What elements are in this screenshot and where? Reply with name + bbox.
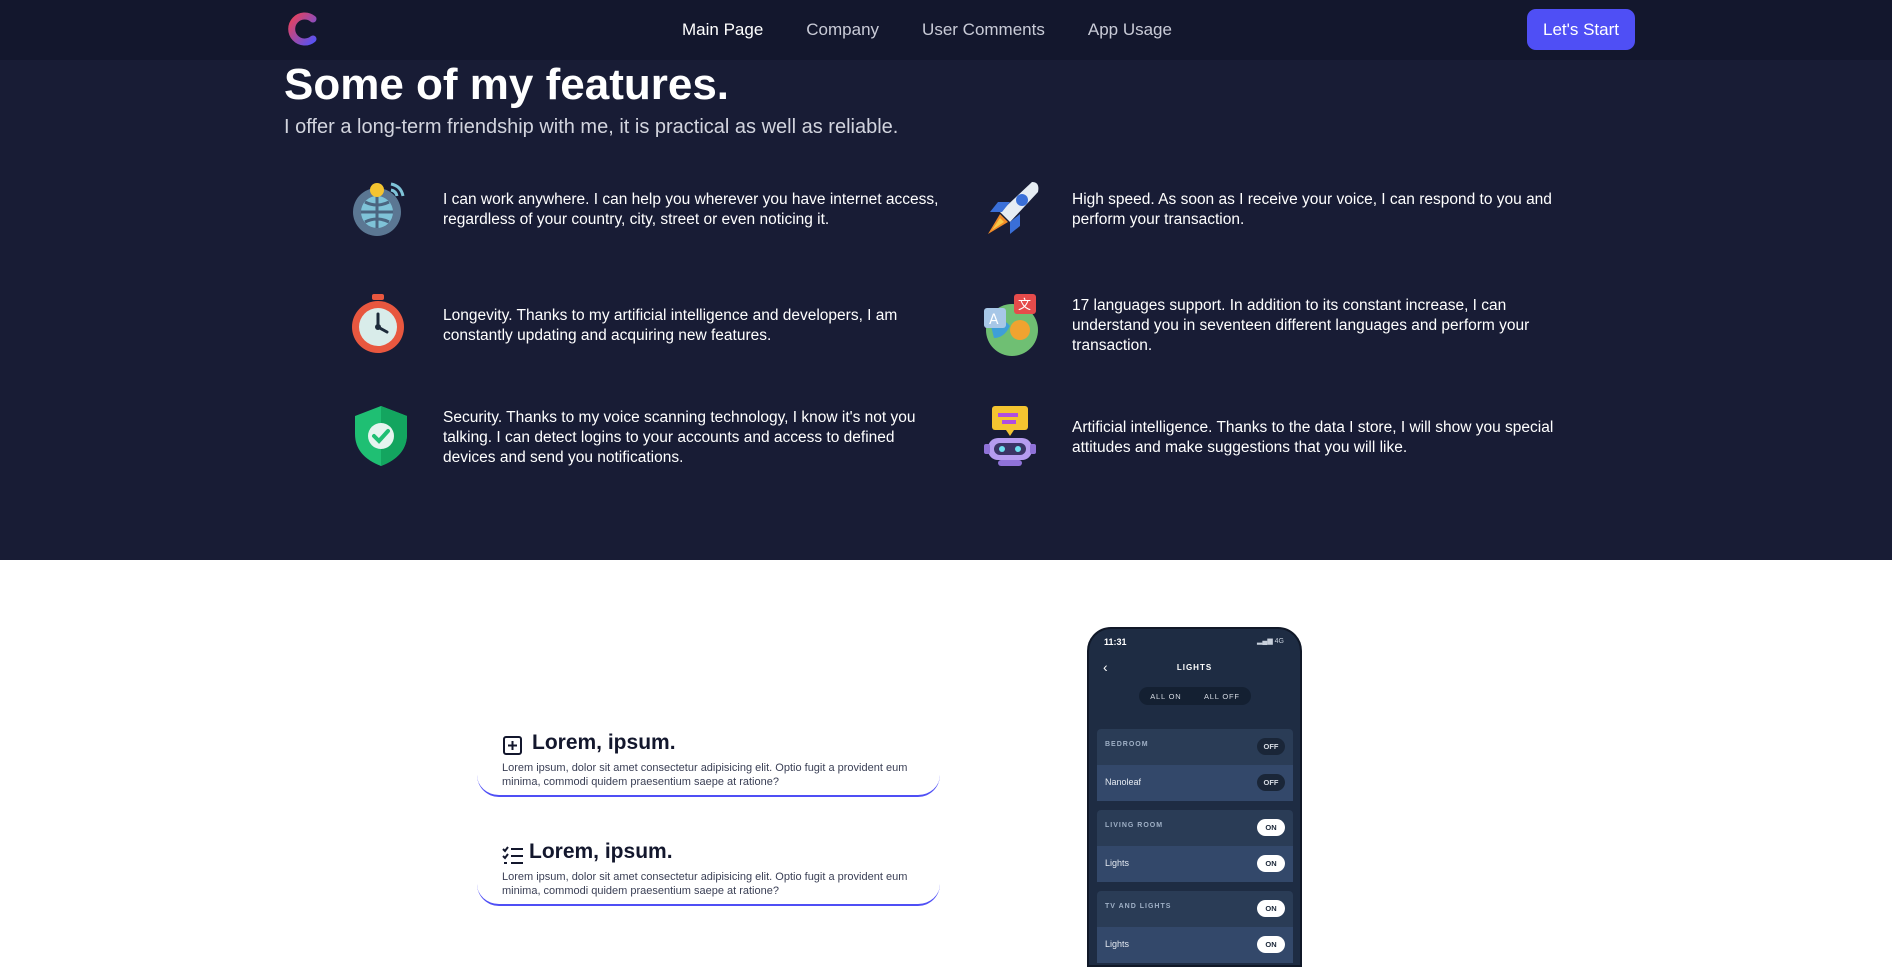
- room-group-living-room: LIVING ROOM ON Lights ON: [1097, 810, 1293, 882]
- feature-text: 17 languages support. In addition to its…: [1072, 297, 1530, 354]
- room-group-tv-and-lights: TV AND LIGHTS ON Lights ON: [1097, 891, 1293, 963]
- languages-icon: A 文: [984, 294, 1038, 356]
- globe-icon: [353, 182, 405, 236]
- room-toggle[interactable]: ON: [1257, 900, 1285, 917]
- phone-time: 11:31: [1104, 637, 1127, 647]
- device-toggle[interactable]: ON: [1257, 855, 1285, 872]
- info-card[interactable]: Lorem, ipsum. Lorem ipsum, dolor sit ame…: [477, 725, 940, 797]
- checklist-icon: [502, 846, 523, 864]
- device-toggle[interactable]: OFF: [1257, 774, 1285, 791]
- feature-text: I can work anywhere. I can help you wher…: [443, 191, 939, 228]
- stopwatch-icon: [352, 294, 404, 353]
- nav-links: Main Page Company User Comments App Usag…: [682, 0, 1215, 60]
- plus-square-icon: [503, 736, 522, 755]
- svg-text:A: A: [989, 312, 999, 328]
- card-title: Lorem, ipsum.: [532, 731, 676, 754]
- room-name: TV AND LIGHTS: [1105, 903, 1172, 910]
- all-off-button[interactable]: ALL OFF: [1204, 692, 1240, 701]
- nav-link-user-comments[interactable]: User Comments: [922, 20, 1045, 40]
- room-header-row: BEDROOM OFF: [1097, 729, 1293, 765]
- robot-icon: [984, 406, 1036, 466]
- device-row: Lights ON: [1097, 846, 1293, 882]
- room-header-row: LIVING ROOM ON: [1097, 810, 1293, 846]
- device-name: Lights: [1105, 858, 1130, 868]
- phone-signal-indicator: ▂▄▆ 4G: [1256, 638, 1284, 645]
- feature-text: Longevity. Thanks to my artificial intel…: [443, 307, 898, 344]
- feature-text: Security. Thanks to my voice scanning te…: [443, 409, 916, 466]
- svg-text:文: 文: [1018, 298, 1031, 313]
- device-name: Nanoleaf: [1105, 777, 1142, 787]
- device-name: Lights: [1105, 939, 1130, 949]
- phone-mockup: 11:31 ▂▄▆ 4G ‹ LIGHTS ALL ON ALL OFF BED…: [1087, 627, 1302, 967]
- room-group-bedroom: BEDROOM OFF Nanoleaf OFF: [1097, 729, 1293, 801]
- nav-link-main-page[interactable]: Main Page: [682, 20, 763, 40]
- all-on-off-toggle: ALL ON ALL OFF: [1139, 687, 1251, 705]
- room-name: BEDROOM: [1105, 741, 1149, 748]
- card-description: Lorem ipsum, dolor sit amet consectetur …: [502, 762, 908, 788]
- device-row: Lights ON: [1097, 927, 1293, 963]
- room-toggle[interactable]: ON: [1257, 819, 1285, 836]
- top-navbar: Main Page Company User Comments App Usag…: [0, 0, 1892, 60]
- device-row: Nanoleaf OFF: [1097, 765, 1293, 801]
- shield-icon: [355, 406, 407, 466]
- section-subtitle: I offer a long-term friendship with me, …: [284, 116, 899, 138]
- card-description: Lorem ipsum, dolor sit amet consectetur …: [502, 871, 908, 897]
- nav-link-app-usage[interactable]: App Usage: [1088, 20, 1172, 40]
- info-card[interactable]: Lorem, ipsum. Lorem ipsum, dolor sit ame…: [477, 834, 940, 906]
- feature-text: High speed. As soon as I receive your vo…: [1072, 191, 1552, 228]
- nav-link-company[interactable]: Company: [806, 20, 879, 40]
- room-header-row: TV AND LIGHTS ON: [1097, 891, 1293, 927]
- device-toggle[interactable]: ON: [1257, 936, 1285, 953]
- card-title: Lorem, ipsum.: [529, 840, 673, 863]
- all-on-button[interactable]: ALL ON: [1150, 692, 1181, 701]
- rocket-icon: [988, 182, 1039, 234]
- lets-start-button[interactable]: Let's Start: [1527, 9, 1635, 50]
- feature-text: Artificial intelligence. Thanks to the d…: [1072, 419, 1554, 456]
- room-name: LIVING ROOM: [1105, 822, 1164, 829]
- section-title: Some of my features.: [284, 60, 730, 109]
- room-toggle[interactable]: OFF: [1257, 738, 1285, 755]
- phone-screen-title: LIGHTS: [1176, 663, 1213, 672]
- brand-logo-icon[interactable]: [283, 9, 323, 49]
